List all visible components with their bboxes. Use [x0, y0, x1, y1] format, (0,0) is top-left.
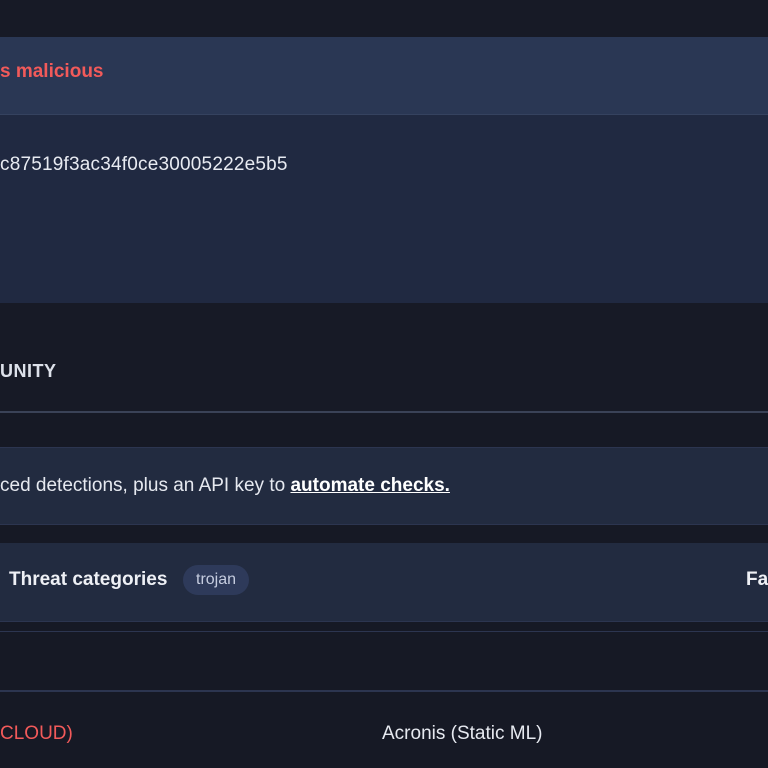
detection-row: CLOUD) Acronis (Static ML) — [0, 710, 768, 760]
file-summary-panel: c87519f3ac34f0ce30005222e5b5 — [0, 115, 768, 303]
tab-underline — [0, 411, 768, 413]
file-report-page: s malicious c87519f3ac34f0ce30005222e5b5… — [0, 0, 768, 768]
threat-category-tag[interactable]: trojan — [183, 565, 250, 595]
top-strip — [0, 0, 768, 37]
automate-checks-link[interactable]: automate checks. — [290, 475, 449, 496]
promo-message: ced detections, plus an API key to — [0, 475, 291, 496]
promo-bar: ced detections, plus an API key to autom… — [0, 447, 768, 525]
tab-bar: UNITY — [0, 303, 768, 413]
file-hash[interactable]: c87519f3ac34f0ce30005222e5b5 — [0, 154, 288, 176]
detection-result: CLOUD) — [0, 723, 73, 744]
verdict-banner: s malicious — [0, 37, 768, 115]
threat-categories-label: Threat categories — [9, 569, 168, 590]
verdict-text: s malicious — [0, 61, 104, 82]
section-divider — [0, 631, 768, 632]
section-divider — [0, 690, 768, 692]
promo-text: ced detections, plus an API key to autom… — [0, 475, 450, 497]
engine-name: Acronis (Static ML) — [382, 723, 543, 744]
threat-summary-bar: Threat categories trojan Fa — [0, 543, 768, 622]
tab-community[interactable]: UNITY — [0, 361, 57, 382]
family-label: Fa — [746, 569, 768, 590]
